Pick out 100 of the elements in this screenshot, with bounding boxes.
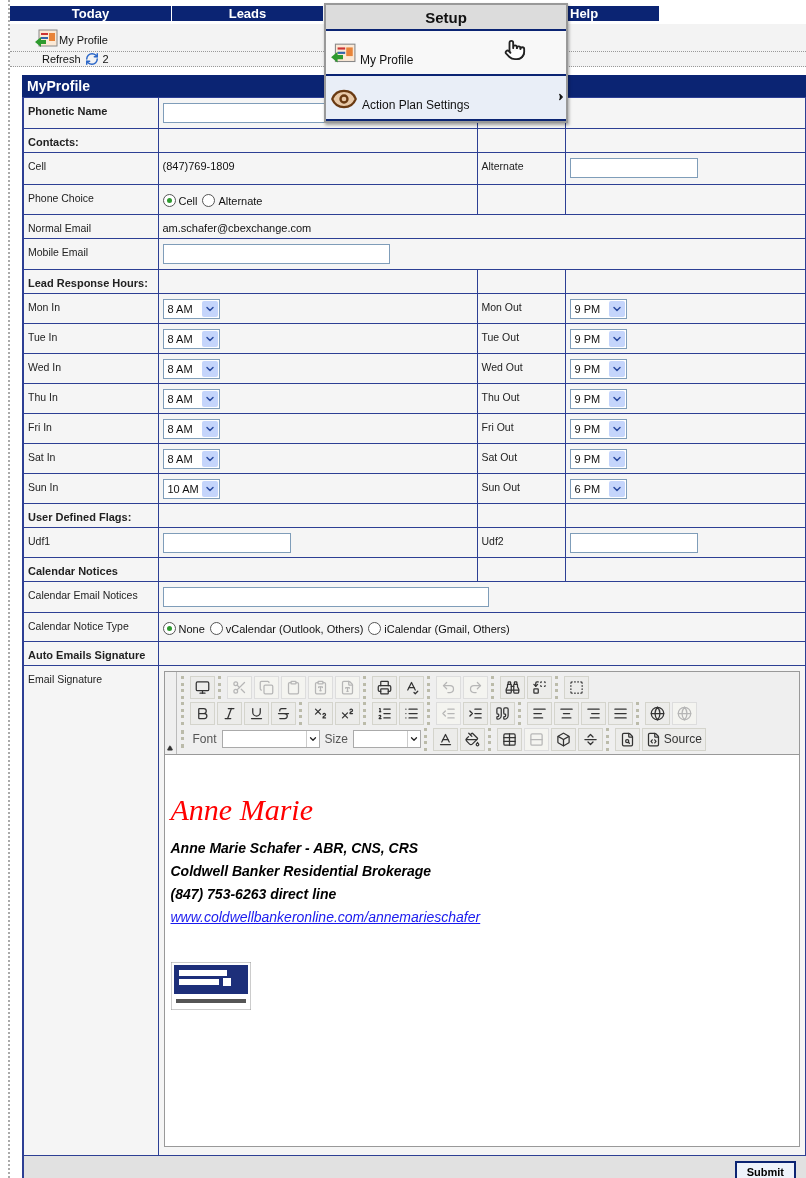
scissors-icon	[231, 679, 247, 695]
time-dropdown[interactable]: 9 PM	[569, 389, 627, 409]
field-label: Cell	[28, 159, 47, 172]
field-label: Calendar Notice Type	[28, 619, 129, 632]
menu-item[interactable]: My Profile	[326, 31, 566, 76]
field-value: (847)769-1809	[162, 159, 235, 172]
nav-tab[interactable]: Leads	[172, 6, 324, 21]
time-dropdown[interactable]: 8 AM	[162, 419, 220, 439]
field-label: Sat Out	[481, 450, 518, 463]
paint-bucket-icon	[464, 731, 480, 747]
signature-line: Coldwell Banker Residential Brokerage	[170, 862, 433, 881]
toolbar-label: Size	[323, 732, 349, 746]
time-dropdown[interactable]: 9 PM	[569, 299, 627, 319]
refresh-count: 2	[102, 53, 109, 65]
time-dropdown[interactable]: 9 PM	[569, 329, 627, 349]
clipboard-icon	[312, 679, 328, 695]
radio-option[interactable]: vCalendar (Outlook, Others)	[209, 622, 364, 635]
toolbar-label: Font	[191, 732, 218, 746]
field-label: Sat In	[28, 450, 56, 463]
text-field[interactable]	[162, 587, 489, 607]
field-label: Udf2	[481, 534, 504, 547]
page-break-icon	[582, 731, 598, 747]
field-label: Tue Out	[481, 330, 520, 343]
time-dropdown[interactable]: 8 AM	[162, 449, 220, 469]
italic-icon	[221, 705, 237, 721]
preview-page-button[interactable]	[614, 727, 640, 751]
time-dropdown[interactable]: 9 PM	[569, 419, 627, 439]
hand-pointer-icon	[504, 39, 526, 61]
field-label: Thu In	[28, 390, 58, 403]
field-label: Normal Email	[28, 221, 91, 234]
nav-tab[interactable]: Today	[10, 6, 172, 21]
field-label: Calendar Email Notices	[28, 588, 138, 601]
special-character-button[interactable]	[550, 727, 576, 751]
time-dropdown[interactable]: 8 AM	[162, 359, 220, 379]
select-all-button[interactable]	[563, 675, 589, 699]
radio-option[interactable]: Alternate	[202, 194, 263, 207]
numbered-list-button[interactable]	[371, 701, 397, 725]
collapse-icon[interactable]	[167, 745, 173, 751]
time-dropdown[interactable]: 9 PM	[569, 449, 627, 469]
text-field[interactable]	[569, 158, 698, 178]
radio-option[interactable]: iCalendar (Gmail, Others)	[368, 622, 510, 635]
time-dropdown[interactable]: 9 PM	[569, 359, 627, 379]
menu-item[interactable]: Action Plan Settings	[326, 76, 566, 121]
time-dropdown[interactable]: 6 PM	[569, 479, 627, 499]
align-right-button[interactable]	[580, 701, 606, 725]
time-dropdown[interactable]: 10 AM	[162, 479, 220, 499]
bold-button[interactable]	[189, 701, 215, 725]
field-value: am.schafer@cbexchange.com	[162, 221, 312, 234]
time-dropdown[interactable]: 8 AM	[162, 329, 220, 349]
source-button[interactable]: Source	[641, 727, 706, 751]
numbered-list-icon	[376, 705, 392, 721]
text-field[interactable]	[162, 533, 291, 553]
combo-field[interactable]	[352, 730, 421, 748]
spellcheck-button[interactable]	[398, 675, 424, 699]
blockquote-button[interactable]	[489, 701, 515, 725]
time-dropdown[interactable]: 8 AM	[162, 299, 220, 319]
page-break-button[interactable]	[577, 727, 603, 751]
replace-button[interactable]	[526, 675, 552, 699]
signature-link[interactable]: www.coldwellbankeronline.com/annemarieschafer	[170, 909, 481, 925]
indent-button[interactable]	[462, 701, 488, 725]
submit-button[interactable]: Submit	[734, 1161, 796, 1178]
align-center-button[interactable]	[553, 701, 579, 725]
binoculars-icon	[504, 679, 520, 695]
combo-field[interactable]	[221, 730, 320, 748]
text-field[interactable]	[569, 533, 698, 553]
find-button[interactable]	[499, 675, 525, 699]
align-left-button[interactable]	[526, 701, 552, 725]
time-dropdown[interactable]: 8 AM	[162, 389, 220, 409]
subscript-button[interactable]	[307, 701, 333, 725]
table-button[interactable]	[496, 727, 522, 751]
preview-button[interactable]	[189, 675, 215, 699]
submenu-arrow-icon	[556, 92, 566, 102]
refresh-label[interactable]: Refresh	[42, 53, 81, 65]
text-color-button[interactable]	[432, 727, 458, 751]
menu-title[interactable]: Setup	[326, 5, 566, 31]
refresh-icon[interactable]	[84, 52, 99, 66]
field-label: Wed Out	[481, 360, 523, 373]
section-heading: Lead Response Hours:	[28, 276, 148, 289]
section-heading: Calendar Notices	[28, 564, 118, 577]
field-label: Tue In	[28, 330, 58, 343]
text-field[interactable]	[162, 244, 390, 264]
printer-icon	[376, 679, 392, 695]
section-heading: User Defined Flags:	[28, 510, 132, 523]
radio-option[interactable]: Cell	[162, 194, 198, 207]
justify-button[interactable]	[607, 701, 633, 725]
document-icon	[339, 679, 355, 695]
rich-text-editor[interactable]: Font Size Source Anne Marie Anne Marie Schafer - ABR, CNS, CRS Coldwell Banker Residential Brokerage (847) 753-6263 direct line www.coldwellbankeronline.com/annemarieschafer	[163, 671, 800, 1147]
bullet-list-button[interactable]	[398, 701, 424, 725]
signature-name: Anne Marie	[170, 793, 314, 827]
my-profile-link[interactable]: My Profile	[59, 34, 108, 46]
outdent-icon	[440, 705, 456, 721]
superscript-button[interactable]	[334, 701, 360, 725]
link-button[interactable]	[644, 701, 670, 725]
align-left-icon	[531, 705, 547, 721]
print-button[interactable]	[371, 675, 397, 699]
strikethrough-button[interactable]	[270, 701, 296, 725]
underline-icon	[248, 705, 264, 721]
italic-button[interactable]	[216, 701, 242, 725]
underline-button[interactable]	[243, 701, 269, 725]
radio-option[interactable]: None	[162, 622, 205, 635]
